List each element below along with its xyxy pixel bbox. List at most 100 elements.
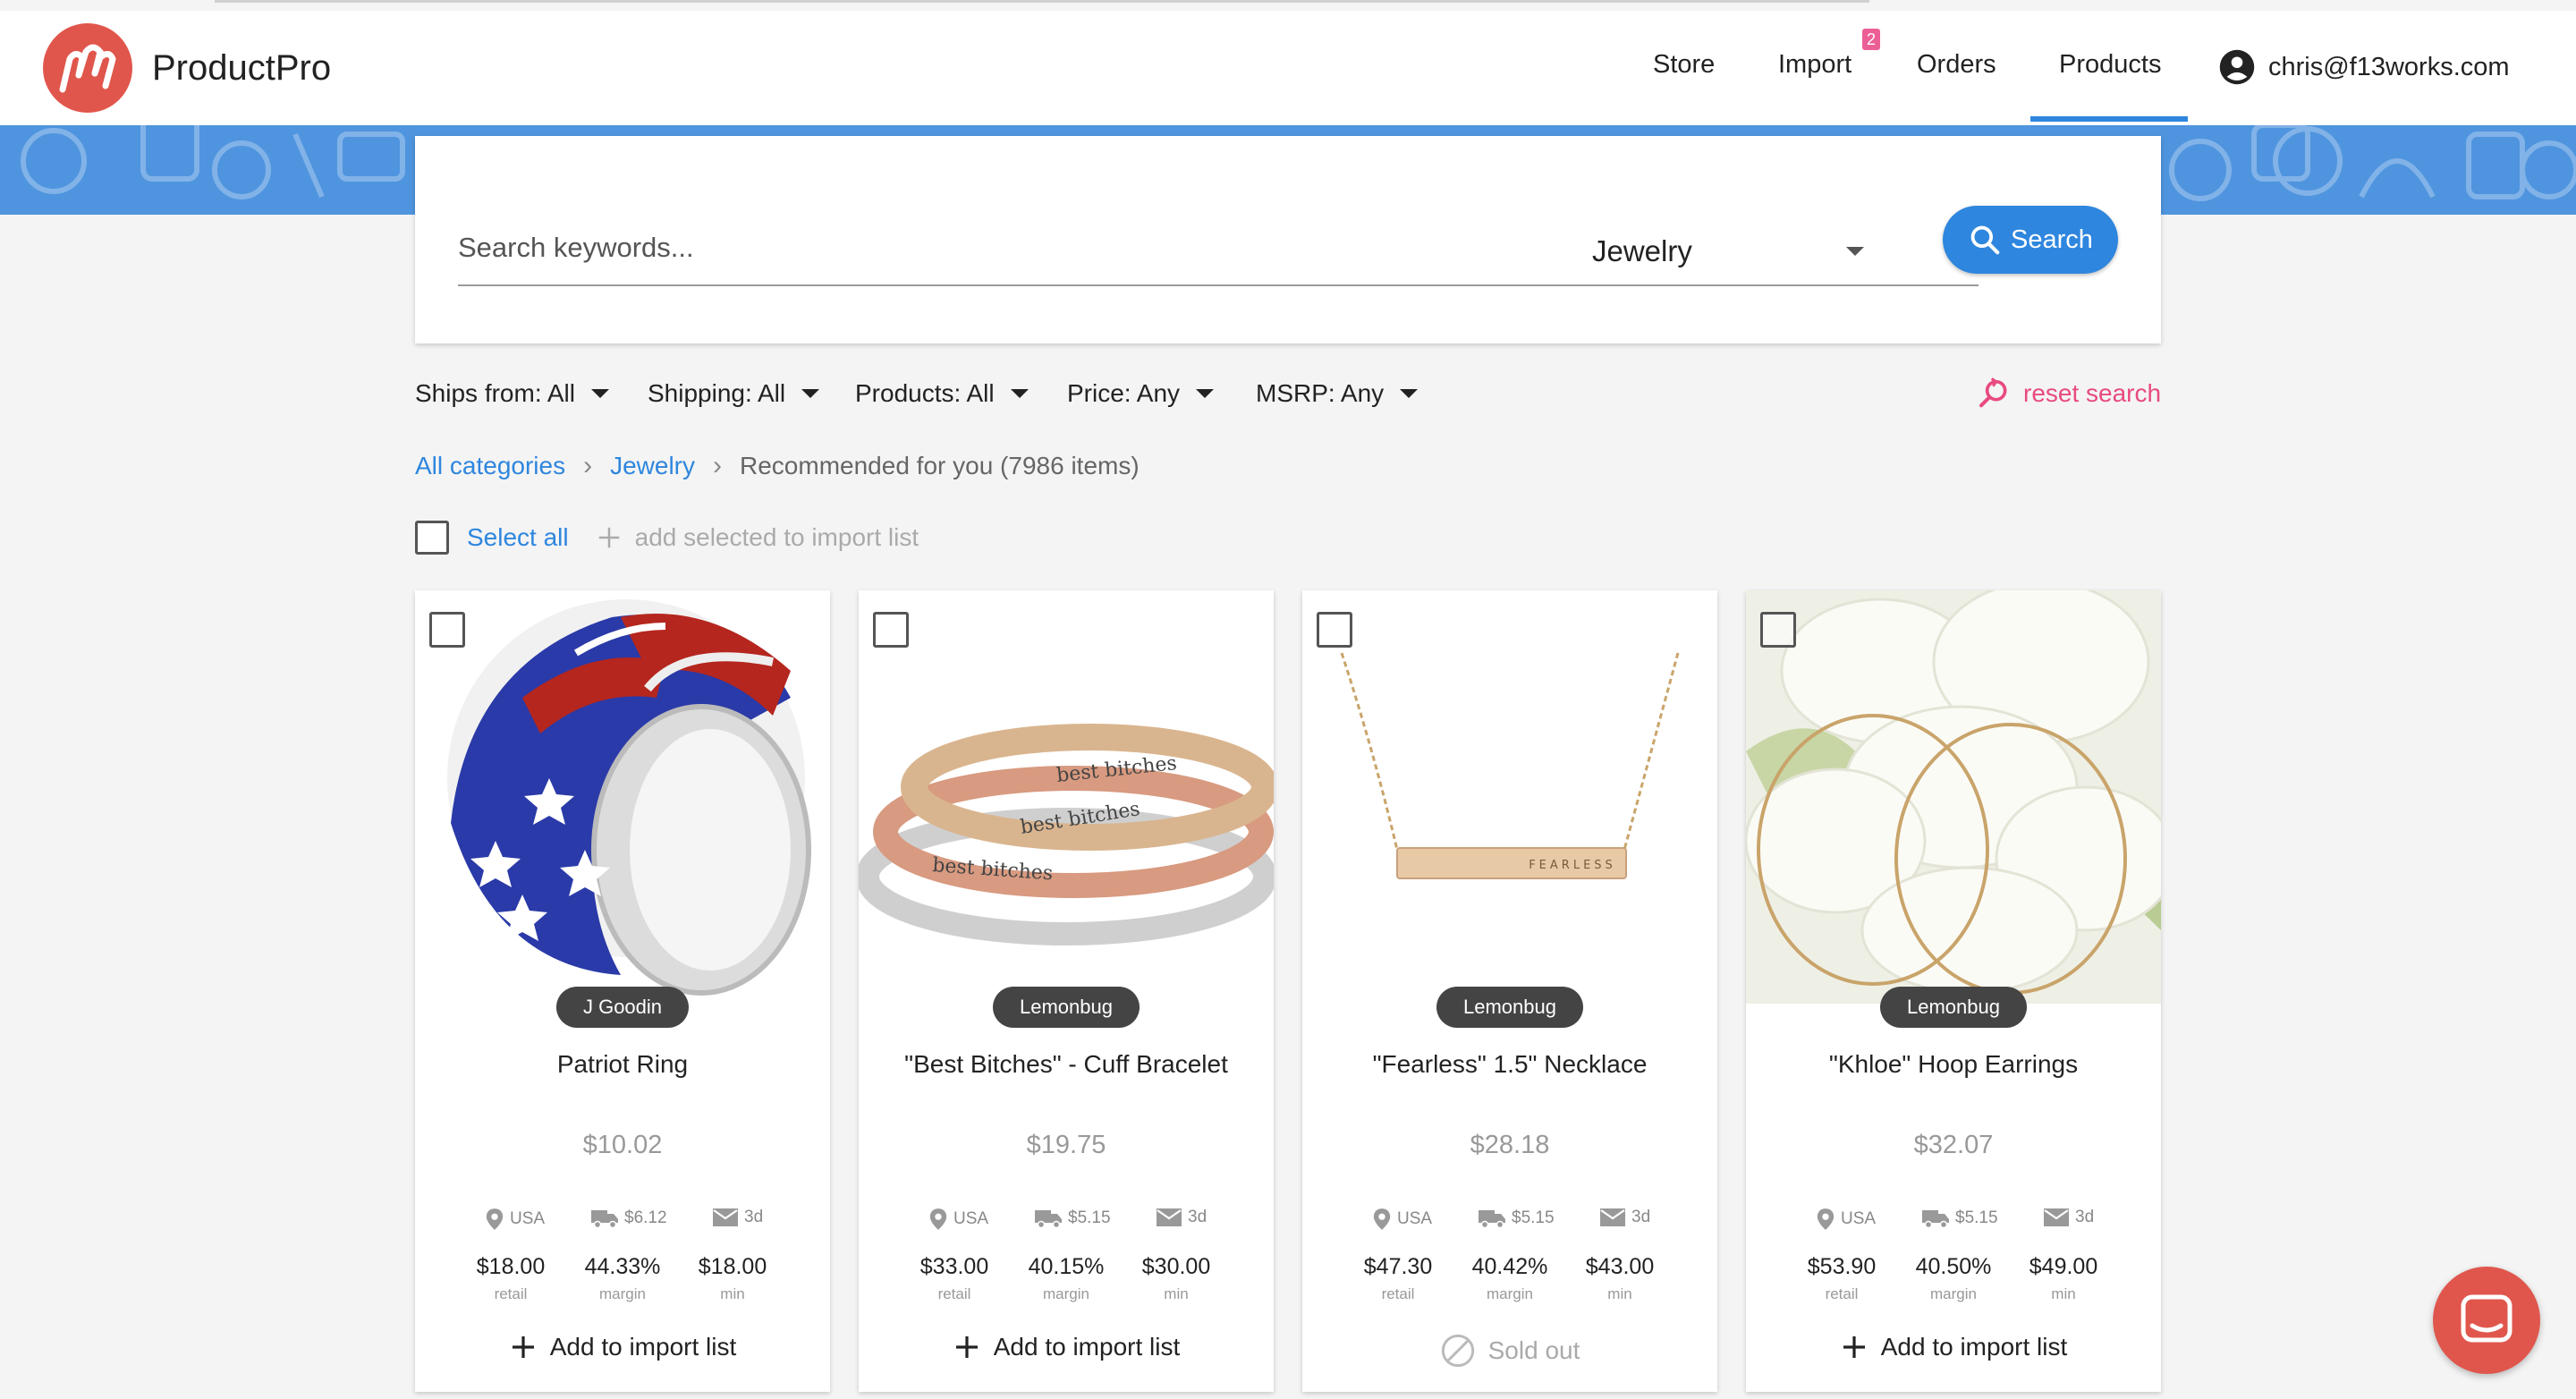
- ships-from-value: USA: [510, 1209, 546, 1228]
- filter-price[interactable]: Price: Any: [1067, 379, 1215, 408]
- margin-label: margin: [1487, 1285, 1533, 1302]
- dropdown-caret-icon: [590, 389, 609, 398]
- chevron-right-icon: ›: [583, 451, 593, 480]
- location-pin-icon: [1373, 1208, 1391, 1230]
- add-to-import-button[interactable]: Add to import list: [859, 1333, 1274, 1361]
- filter-msrp[interactable]: MSRP: Any: [1256, 379, 1419, 408]
- add-to-import-label: Add to import list: [549, 1333, 737, 1361]
- min-value: $30.00: [1141, 1254, 1211, 1279]
- min-value: $43.00: [1585, 1254, 1655, 1279]
- product-checkbox[interactable]: [1760, 612, 1796, 648]
- window-top-line: [215, 0, 1869, 3]
- productpro-logo[interactable]: [43, 23, 132, 113]
- product-image[interactable]: [1746, 590, 2161, 1004]
- dropdown-caret-icon: [1846, 247, 1864, 256]
- shipping-cost: $5.15: [1034, 1208, 1111, 1229]
- retail-stat: $33.00 retail: [896, 1254, 1013, 1303]
- search-panel: Jewelry Search: [415, 136, 2161, 343]
- margin-stat: 40.42% margin: [1452, 1254, 1568, 1303]
- min-value: $18.00: [698, 1254, 767, 1279]
- ships-from: USA: [485, 1208, 545, 1231]
- nav-orders[interactable]: Orders: [1917, 50, 1996, 80]
- chat-launcher-button[interactable]: [2433, 1267, 2540, 1374]
- filter-shipping[interactable]: Shipping: All: [648, 379, 820, 408]
- filter-shipping-label: Shipping: All: [648, 379, 786, 407]
- margin-value: 44.33%: [584, 1254, 661, 1279]
- shipping-time-value: 3d: [1631, 1208, 1651, 1226]
- select-all-checkbox[interactable]: [415, 521, 449, 555]
- product-checkbox[interactable]: [1317, 612, 1352, 648]
- product-card[interactable]: best bitches best bitches best bitches L…: [859, 590, 1274, 1392]
- user-menu[interactable]: chris@f13works.com: [2218, 48, 2510, 86]
- margin-stat: 40.50% margin: [1895, 1254, 2012, 1303]
- product-card[interactable]: Lemonbug "Khloe" Hoop Earrings $32.07 US…: [1746, 590, 2161, 1392]
- min-stat: $43.00 min: [1562, 1254, 1678, 1303]
- retail-label: retail: [1381, 1285, 1415, 1302]
- product-title[interactable]: "Khloe" Hoop Earrings: [1746, 1050, 2161, 1079]
- reset-search-label: reset search: [2023, 379, 2162, 407]
- retail-value: $53.90: [1807, 1254, 1877, 1279]
- ships-from-value: USA: [1397, 1209, 1433, 1228]
- product-image[interactable]: FEARLESS: [1302, 590, 1717, 1004]
- product-image[interactable]: [415, 590, 830, 1004]
- shipping-time: 3d: [1156, 1208, 1207, 1227]
- location-pin-icon: [1817, 1208, 1835, 1230]
- ships-from-value: USA: [1841, 1209, 1877, 1228]
- margin-label: margin: [1930, 1285, 1977, 1302]
- category-select[interactable]: Jewelry: [1592, 211, 1868, 286]
- filter-ships-from[interactable]: Ships from: All: [415, 379, 609, 408]
- shipping-cost: $5.15: [1478, 1208, 1555, 1229]
- product-card[interactable]: FEARLESS Lemonbug "Fearless" 1.5" Neckla…: [1302, 590, 1717, 1392]
- product-checkbox[interactable]: [429, 612, 465, 648]
- nav-store[interactable]: Store: [1653, 50, 1715, 80]
- shipping-time: 3d: [2043, 1208, 2094, 1227]
- margin-label: margin: [599, 1285, 646, 1302]
- product-checkbox[interactable]: [873, 612, 909, 648]
- margin-stat: 40.15% margin: [1008, 1254, 1124, 1303]
- select-all-label[interactable]: Select all: [467, 523, 569, 552]
- mail-icon: [2044, 1208, 2069, 1226]
- product-title[interactable]: Patriot Ring: [415, 1050, 830, 1079]
- shipping-time: 3d: [712, 1208, 763, 1227]
- truck-icon: [1479, 1210, 1505, 1229]
- filter-products[interactable]: Products: All: [855, 379, 1029, 408]
- add-to-import-button[interactable]: Add to import list: [415, 1333, 830, 1361]
- breadcrumb-all-categories[interactable]: All categories: [415, 452, 565, 480]
- retail-stat: $53.90 retail: [1784, 1254, 1900, 1303]
- shipping-time: 3d: [1599, 1208, 1650, 1227]
- location-pin-icon: [929, 1208, 947, 1230]
- supplier-badge: J Goodin: [555, 987, 690, 1028]
- product-title[interactable]: "Best Bitches" - Cuff Bracelet: [859, 1050, 1274, 1079]
- shipping-cost: $6.12: [590, 1208, 667, 1229]
- filter-ships-from-label: Ships from: All: [415, 379, 575, 407]
- breadcrumb-current: Recommended for you (7986 items): [740, 452, 1140, 479]
- min-stat: $49.00 min: [2005, 1254, 2122, 1303]
- add-selected-label: add selected to import list: [634, 523, 919, 551]
- add-to-import-label: Add to import list: [993, 1333, 1181, 1361]
- margin-value: 40.42%: [1471, 1254, 1548, 1279]
- import-count-badge: 2: [1862, 29, 1880, 50]
- margin-label: margin: [1043, 1285, 1089, 1302]
- product-image[interactable]: best bitches best bitches best bitches: [859, 590, 1274, 1004]
- ships-from: USA: [1372, 1208, 1432, 1231]
- shipping-time-value: 3d: [744, 1208, 764, 1226]
- min-label: min: [2051, 1285, 2076, 1302]
- truck-icon: [1922, 1210, 1949, 1229]
- reset-search-button[interactable]: reset search: [1977, 376, 2161, 411]
- breadcrumb-jewelry[interactable]: Jewelry: [610, 452, 695, 480]
- nav-import[interactable]: Import: [1778, 50, 1852, 80]
- ships-from: USA: [928, 1208, 988, 1231]
- reset-search-icon: [1979, 377, 2007, 408]
- margin-stat: 44.33% margin: [564, 1254, 681, 1303]
- add-to-import-button[interactable]: Add to import list: [1746, 1333, 2161, 1361]
- retail-stat: $47.30 retail: [1340, 1254, 1456, 1303]
- ships-from-value: USA: [953, 1209, 989, 1228]
- search-button[interactable]: Search: [1943, 206, 2118, 274]
- add-selected-button[interactable]: add selected to import list: [596, 523, 919, 552]
- product-title[interactable]: "Fearless" 1.5" Necklace: [1302, 1050, 1717, 1079]
- mail-icon: [713, 1208, 738, 1226]
- plus-icon: [955, 1336, 978, 1358]
- min-label: min: [1607, 1285, 1632, 1302]
- nav-products[interactable]: Products: [2059, 50, 2161, 80]
- product-card[interactable]: J Goodin Patriot Ring $10.02 USA $6.12 3…: [415, 590, 830, 1392]
